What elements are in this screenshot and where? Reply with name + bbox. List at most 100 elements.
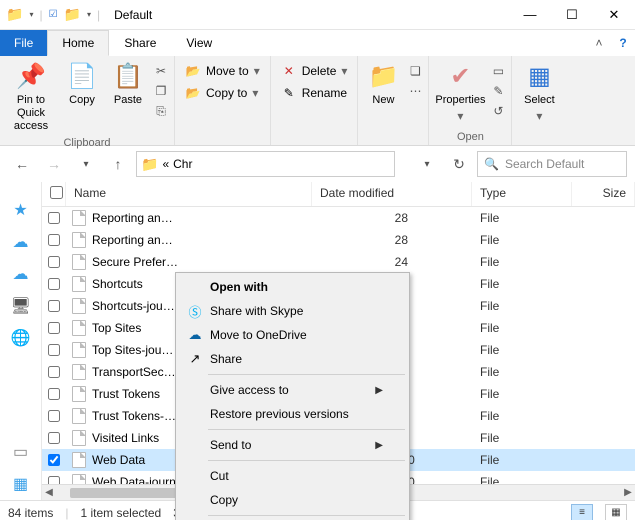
newfolder-icon: 📁 [368,62,398,92]
row-checkbox[interactable] [48,256,60,268]
history-dropdown-icon[interactable]: ▾ [72,150,100,178]
table-row[interactable]: Reporting an…xx-xx-xxxx xx:28File [42,229,635,251]
row-checkbox[interactable] [48,432,60,444]
delete-button[interactable]: ✕Delete▾ [275,60,354,82]
pc-icon[interactable]: 🖥 [11,296,31,316]
ctx-sendto[interactable]: Send to▶ [178,433,407,457]
ctx-cut[interactable]: Cut [178,464,407,488]
file-name: TransportSec… [92,365,176,379]
copypath-mini-icon[interactable]: ❐ [152,82,170,100]
moveto-icon: 📂 [185,64,201,78]
copyto-icon: 📂 [185,86,201,100]
view-details-button[interactable]: ≡ [571,504,593,520]
folder-icon: 📁 [141,156,158,173]
check-icon[interactable]: ☑ [49,9,58,20]
col-size-header[interactable]: Size [572,182,635,206]
close-button[interactable]: ✕ [593,0,635,30]
tab-share[interactable]: Share [109,30,171,56]
copy-button[interactable]: 📄 Copy [60,60,104,109]
ribbon-collapse-icon[interactable]: ˄ [587,30,611,56]
newitem-mini-icon[interactable]: ❏ [406,62,424,80]
back-button[interactable]: ← [8,150,36,178]
file-name: Visited Links [92,431,159,445]
selectall-checkbox[interactable] [50,186,63,199]
row-checkbox[interactable] [48,344,60,356]
row-checkbox[interactable] [48,366,60,378]
file-date: xx-xx-xxxx xx:28 [312,211,472,225]
new-button[interactable]: 📁 New [362,60,404,109]
row-checkbox[interactable] [48,410,60,422]
row-checkbox[interactable] [48,454,60,466]
forward-button[interactable]: → [40,150,68,178]
tab-file[interactable]: File [0,30,47,56]
file-name: Shortcuts-jou… [92,299,175,313]
ctx-restore[interactable]: Restore previous versions [178,402,407,426]
file-type: File [472,365,572,379]
network-icon[interactable]: 🌐 [11,328,31,348]
crumb-dropdown-icon[interactable]: ▾ [413,150,441,178]
star-icon[interactable]: ★ [11,200,31,220]
file-type: File [472,387,572,401]
row-checkbox[interactable] [48,388,60,400]
cloud-icon[interactable]: ☁ [11,232,31,252]
folder-icon: 📁 [64,6,81,23]
row-checkbox[interactable] [48,278,60,290]
file-type: File [472,277,572,291]
edit-mini-icon[interactable]: ✎ [489,82,507,100]
row-checkbox[interactable] [48,300,60,312]
minimize-button[interactable]: — [509,0,551,30]
pin-button[interactable]: 📌 Pin to Quick access [4,60,58,136]
ctx-copy[interactable]: Copy [178,488,407,512]
file-name: Top Sites [92,321,141,335]
refresh-button[interactable]: ↻ [445,150,473,178]
row-checkbox[interactable] [48,322,60,334]
file-name: Shortcuts [92,277,143,291]
row-checkbox[interactable] [48,234,60,246]
open-mini-icon[interactable]: ▭ [489,62,507,80]
ctx-onedrive[interactable]: ☁Move to OneDrive [178,323,407,347]
file-type: File [472,409,572,423]
search-input[interactable]: 🔍 Search Default [477,151,627,177]
moveto-button[interactable]: 📂Move to▾ [179,60,266,82]
up-button[interactable]: ↑ [104,150,132,178]
breadcrumb[interactable]: 📁 « Chr [136,151,395,177]
ctx-share[interactable]: ↗Share [178,347,407,371]
pasteshortcut-mini-icon[interactable]: ⎘ [152,102,170,120]
ctx-giveaccess[interactable]: Give access to▶ [178,378,407,402]
cut-mini-icon[interactable]: ✂ [152,62,170,80]
nav-pane[interactable]: ★ ☁ ☁ 🖥 🌐 ▭ ▦ [0,182,42,500]
file-date: xx-xx-xxxx xx:24 [312,255,472,269]
table-row[interactable]: Secure Prefer…xx-xx-xxxx xx:24File [42,251,635,273]
paste-button[interactable]: 📋 Paste [106,60,150,109]
copyto-button[interactable]: 📂Copy to▾ [179,82,264,104]
row-checkbox[interactable] [48,212,60,224]
disk-icon[interactable]: ▭ [11,442,31,462]
help-icon[interactable]: ? [611,30,635,56]
col-type-header[interactable]: Type [472,182,572,206]
view-large-button[interactable]: ▦ [605,504,627,520]
qat-dropdown-icon[interactable]: ▾ [87,10,91,19]
ctx-skype[interactable]: ⓈShare with Skype [178,299,407,323]
maximize-button[interactable]: ☐ [551,0,593,30]
rename-button[interactable]: ✎Rename [275,82,353,104]
ribbon: 📌 Pin to Quick access 📄 Copy 📋 Paste ✂ ❐… [0,56,635,146]
paste-icon: 📋 [113,62,143,92]
history-mini-icon[interactable]: ↺ [489,102,507,120]
apps-icon[interactable]: ▦ [11,474,31,494]
status-selected: 1 item selected [80,506,161,520]
col-name-header[interactable]: Name [66,182,312,206]
properties-button[interactable]: ✔ Properties▾ [433,60,487,126]
table-row[interactable]: Reporting an…xx-xx-xxxx xx:28File [42,207,635,229]
file-name: Reporting an… [92,211,173,225]
cloud-icon[interactable]: ☁ [11,264,31,284]
window-title: Default [106,8,152,22]
select-button[interactable]: ▦ Select▾ [516,60,562,126]
tab-home[interactable]: Home [47,30,109,56]
title-bar: 📁 ▾ | ☑ 📁 ▾ | Default — ☐ ✕ [0,0,635,30]
col-date-header[interactable]: Date modified [312,182,472,206]
ctx-openwith[interactable]: Open with [178,275,407,299]
tab-view[interactable]: View [171,30,227,56]
easyaccess-mini-icon[interactable]: ⋯ [406,82,424,100]
rename-icon: ✎ [281,86,297,100]
qat-dropdown-icon[interactable]: ▾ [29,10,33,19]
